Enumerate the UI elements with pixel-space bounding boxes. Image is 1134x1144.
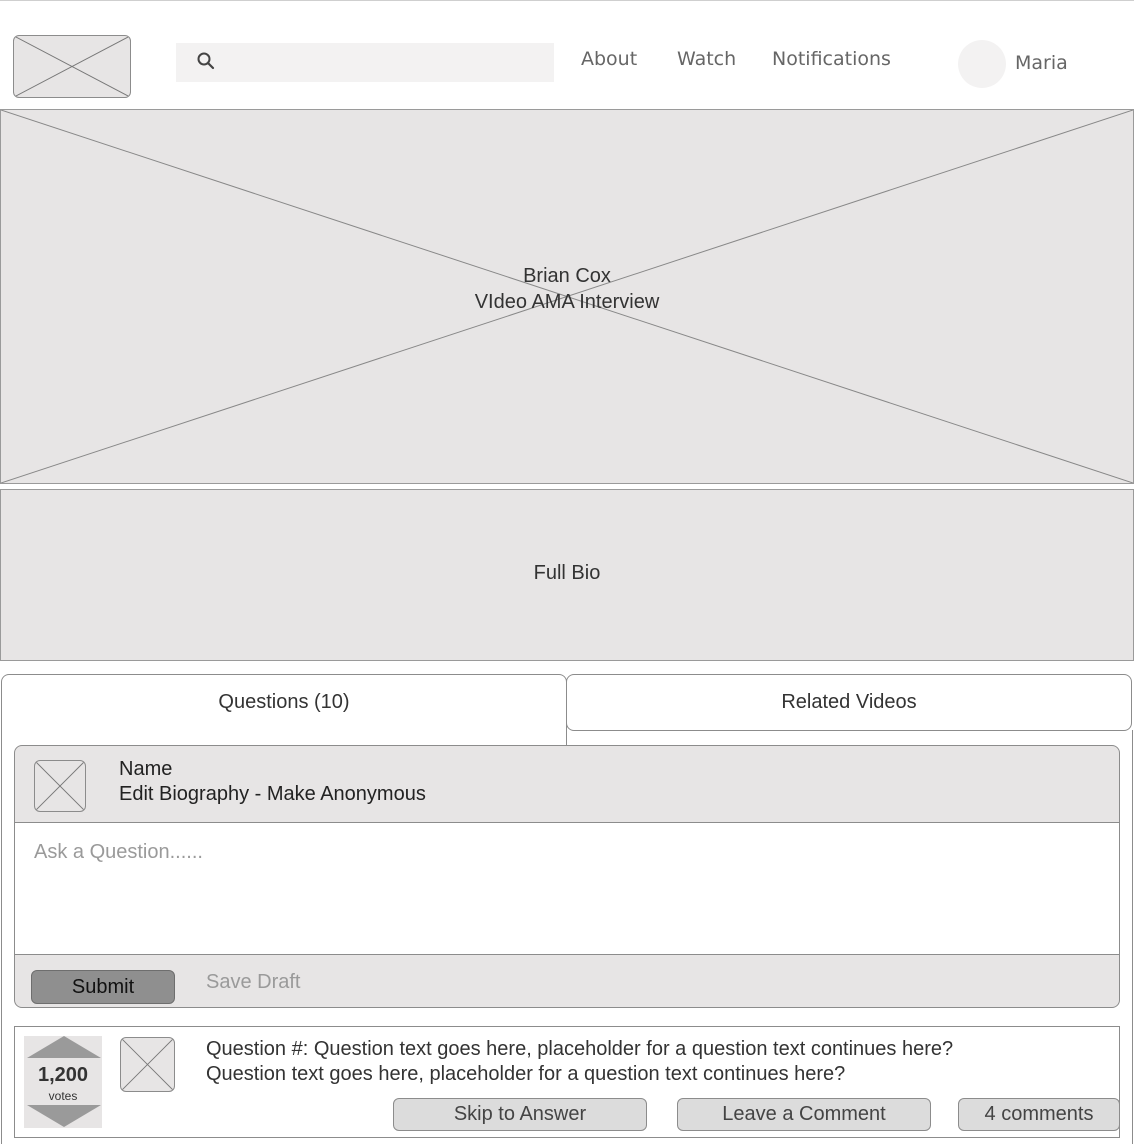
search-icon[interactable] [196,51,216,71]
question-text-line1: Question #: Question text goes here, pla… [206,1038,954,1060]
nav-watch-link[interactable]: Watch [677,48,736,70]
nav-notifications-link[interactable]: Notifications [772,48,891,70]
nav-about-link[interactable]: About [581,48,637,70]
question-text-line2: Question text goes here, placeholder for… [206,1063,846,1085]
question-author-avatar-image [120,1037,175,1092]
submit-button[interactable]: Submit [31,970,175,1004]
question-text: Question #: Question text goes here, pla… [206,1037,1106,1087]
tab-panel-border-right [1132,730,1133,1144]
downvote-arrow-icon[interactable] [27,1105,101,1127]
top-divider [0,0,1134,1]
tab-questions[interactable]: Questions (10) [1,674,567,754]
edit-biography-anonymous-links[interactable]: Edit Biography - Make Anonymous [119,783,426,806]
search-bar[interactable] [176,43,554,84]
video-title-line1: Brian Cox [523,265,611,287]
ask-question-input[interactable] [34,841,1094,864]
leave-comment-button[interactable]: Leave a Comment [677,1098,931,1131]
user-name-link[interactable]: Maria [1015,52,1068,74]
user-avatar[interactable] [958,40,1006,88]
save-draft-button[interactable]: Save Draft [206,971,300,994]
asker-name: Name [119,758,173,780]
logo-placeholder-image[interactable] [13,35,131,98]
vote-label: votes [48,1089,78,1103]
tab-related-videos[interactable]: Related Videos [566,674,1132,731]
full-bio-label: Full Bio [533,562,601,584]
vote-count: 1,200 [37,1064,89,1086]
video-title-line2: VIdeo AMA Interview [474,291,660,313]
video-title: Brian Cox VIdeo AMA Interview [0,263,1134,315]
comments-count-button[interactable]: 4 comments [958,1098,1120,1131]
upvote-arrow-icon[interactable] [27,1036,101,1058]
asker-avatar-image [34,760,86,812]
skip-to-answer-button[interactable]: Skip to Answer [393,1098,647,1131]
search-input[interactable] [226,43,550,84]
tab-panel-border-left [1,730,2,1144]
